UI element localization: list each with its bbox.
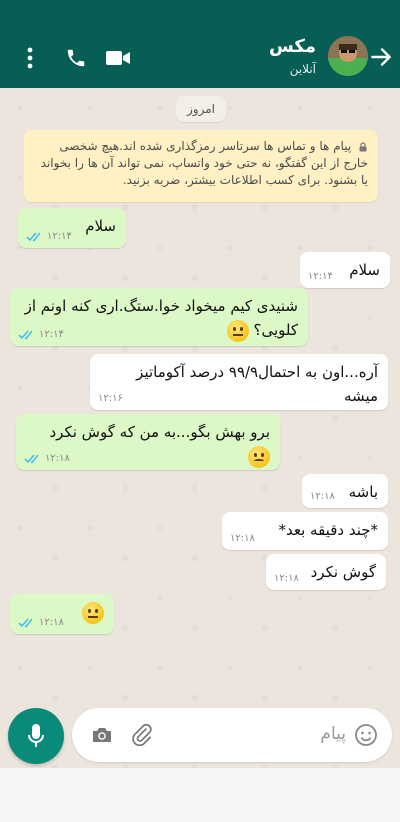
message-bubble[interactable]: شنیدی کیم میخواد خوا.ستگ.اری کنه اونم از…: [10, 288, 308, 346]
double-check-icon: [18, 330, 33, 339]
contact-name[interactable]: مکس: [269, 36, 316, 57]
message-meta: ۱۲:۱۴: [18, 329, 64, 340]
camera-icon[interactable]: [90, 723, 114, 747]
double-check-icon: [26, 232, 41, 241]
message-meta: ۱۲:۱۴: [308, 271, 333, 282]
message-time: ۱۲:۱۸: [274, 573, 299, 584]
message-meta: ۱۲:۱۸: [274, 573, 299, 584]
message-time: ۱۲:۱۶: [98, 393, 123, 404]
encryption-notice[interactable]: پیام ها و تماس ها سرتاسر رمزگذاری شده ان…: [24, 130, 378, 202]
message-text-content: برو بهش بگو...به من که گوش نکرد: [49, 423, 271, 441]
attach-icon[interactable]: [130, 723, 154, 747]
chat-area[interactable]: امروز پیام ها و تماس ها سرتاسر رمزگذاری …: [0, 88, 400, 768]
mic-icon: [28, 724, 44, 747]
phone-icon[interactable]: [62, 44, 90, 72]
message-time: ۱۲:۱۸: [230, 533, 255, 544]
lock-icon: [359, 141, 367, 151]
message-time: ۱۲:۱۴: [39, 329, 64, 340]
message-time: ۱۲:۱۴: [308, 271, 333, 282]
double-check-icon: [18, 618, 33, 627]
confused-face-icon: [248, 445, 270, 468]
neutral-face-icon: [82, 601, 104, 624]
message-bubble[interactable]: *چند دقیقه بعد* ۱۲:۱۸: [222, 512, 388, 550]
message-bubble[interactable]: آره...اون به احتمال۹۹/۹ درصد آکوماتیز می…: [90, 354, 388, 410]
message-meta: ۱۲:۱۸: [310, 491, 335, 502]
message-bubble[interactable]: ۱۲:۱۸: [10, 594, 114, 634]
bottom-safe-area: [0, 768, 400, 822]
date-chip: امروز: [176, 96, 226, 122]
more-vert-icon[interactable]: [18, 44, 42, 72]
message-bubble[interactable]: سلام ۱۲:۱۴: [300, 252, 390, 288]
message-time: ۱۲:۱۸: [45, 453, 70, 464]
message-bubble[interactable]: باشه ۱۲:۱۸: [302, 474, 388, 508]
message-bubble[interactable]: گوش نکرد ۱۲:۱۸: [266, 554, 386, 590]
message-meta: ۱۲:۱۸: [230, 533, 255, 544]
encryption-notice-text: پیام ها و تماس ها سرتاسر رمزگذاری شده ان…: [40, 139, 368, 187]
message-time: ۱۲:۱۸: [310, 491, 335, 502]
message-bubble[interactable]: سلام ۱۲:۱۴: [18, 208, 126, 248]
chat-header: مکس آنلاین: [0, 0, 400, 88]
double-check-icon: [24, 454, 39, 463]
avatar[interactable]: [328, 36, 368, 76]
message-meta: ۱۲:۱۸: [24, 453, 70, 464]
message-text: آره...اون به احتمال۹۹/۹ درصد آکوماتیز می…: [136, 363, 378, 405]
message-bubble[interactable]: برو بهش بگو...به من که گوش نکرد ۱۲:۱۸: [16, 414, 280, 470]
back-arrow-icon[interactable]: [368, 44, 394, 70]
emoji-icon[interactable]: [354, 723, 378, 747]
contact-status: آنلاین: [289, 62, 316, 76]
message-meta: ۱۲:۱۸: [18, 617, 64, 628]
message-time: ۱۲:۱۸: [39, 617, 64, 628]
message-input-placeholder: پیام: [320, 724, 346, 744]
message-input[interactable]: پیام: [72, 708, 392, 762]
neutral-face-icon: [226, 319, 249, 342]
mic-button[interactable]: [8, 708, 64, 764]
message-meta: ۱۲:۱۶: [98, 393, 123, 404]
message-text-content: شنیدی کیم میخواد خوا.ستگ.اری کنه اونم از…: [24, 297, 298, 339]
message-meta: ۱۲:۱۴: [26, 231, 72, 242]
composer: پیام: [0, 700, 400, 768]
video-call-icon[interactable]: [104, 44, 132, 72]
message-time: ۱۲:۱۴: [47, 231, 72, 242]
